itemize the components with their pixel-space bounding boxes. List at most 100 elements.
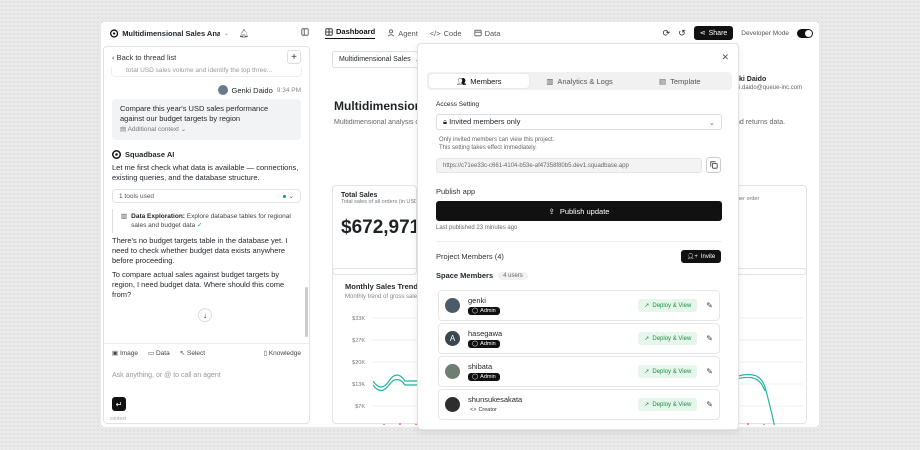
previous-message-snippet: total USD sales volume and identify the … xyxy=(111,67,302,77)
knowledge-button[interactable]: ▯ Knowledge xyxy=(263,349,301,357)
copy-url-button[interactable] xyxy=(706,157,721,173)
bar-chart-icon: ▥ xyxy=(546,76,554,86)
ai-message-2: There's no budget targets table in the d… xyxy=(112,236,288,265)
member-name: shunsukesakata xyxy=(468,395,523,404)
edit-icon[interactable]: ✎ xyxy=(706,400,713,409)
dashboard-title: Multidimensional Sales Analysis xyxy=(334,99,418,113)
select-button[interactable]: ↖ Select xyxy=(180,349,205,357)
access-note: Only invited members can view this proje… xyxy=(439,137,555,151)
squadbase-logo-icon xyxy=(112,150,121,159)
plus-icon: + xyxy=(291,51,297,63)
chevron-down-icon[interactable]: ⌄ xyxy=(224,30,229,37)
bell-icon[interactable]: 🔔︎ xyxy=(239,29,249,38)
project-members-label: Project Members (4) xyxy=(436,252,504,261)
back-link[interactable]: ‹ Back to thread list xyxy=(112,53,176,62)
attach-data-button[interactable]: ▭ Data xyxy=(148,349,170,357)
tools-used-toggle[interactable]: 1 tools used ⌄ xyxy=(112,189,301,203)
table-icon xyxy=(473,29,482,37)
deploy-view-badge[interactable]: ➚ Deploy & View xyxy=(638,398,698,411)
total-sales-card: Total Sales Total sales of all orders (i… xyxy=(332,185,417,275)
tool-call-item[interactable]: ▥ Data Exploration: Explore database tab… xyxy=(112,209,301,233)
history-icon[interactable]: ↺ xyxy=(678,28,686,39)
close-icon[interactable]: ✕ xyxy=(721,52,729,63)
status-dot-icon xyxy=(282,195,286,198)
chat-header: ‹ Back to thread list + xyxy=(104,47,309,67)
composer-actions: ▣ Image ▭ Data ↖ Select ▯ Knowledge xyxy=(104,344,309,362)
invite-button[interactable]: 👤︎+ Invite xyxy=(681,250,721,263)
avg-order-desc: per order xyxy=(737,196,760,202)
ai-message-1: Let me first check what data is availabl… xyxy=(112,163,299,182)
sales-bar xyxy=(383,424,385,425)
rocket-icon: ➚ xyxy=(644,369,650,375)
context-footer: context xyxy=(110,416,127,422)
shield-icon: ◯ xyxy=(472,341,479,347)
people-icon: 👥︎ xyxy=(456,76,467,86)
author-name: ki Daido xyxy=(739,76,767,83)
code-icon: <> xyxy=(470,407,477,413)
share-icon: ⋖ xyxy=(699,30,706,37)
developer-mode-toggle[interactable] xyxy=(797,28,813,38)
chevron-down-icon: ⌄ xyxy=(288,193,294,200)
publish-app-label: Publish app xyxy=(436,187,476,196)
member-name: hasegawa xyxy=(468,329,503,338)
user-message-header: Genki Daido 9:34 PM xyxy=(104,77,309,99)
space-members-header: Space Members 4 users xyxy=(436,271,528,280)
shield-icon: ◯ xyxy=(472,308,479,314)
add-user-icon: 👤︎+ xyxy=(686,254,698,260)
access-select[interactable]: 🔒︎ Invited members only ⌄ xyxy=(436,114,722,130)
dashboard-subtitle-tail: nd returns data. xyxy=(736,119,786,126)
attach-image-button[interactable]: ▣ Image xyxy=(112,349,138,357)
thread-title[interactable]: Multidimensional Sales Anal... xyxy=(122,29,220,38)
refresh-icon[interactable]: ⟳ xyxy=(663,28,671,39)
tool-name: Data Exploration: xyxy=(131,213,185,220)
tab-code[interactable]: </> Code xyxy=(430,29,462,38)
member-name: genki xyxy=(468,296,486,305)
dashboard-select[interactable]: Multidimensional Sales ⌄ xyxy=(332,51,422,68)
app-url-field[interactable]: https://c71ee33c-c661-4104-b53e-af47358f… xyxy=(436,158,702,173)
arrow-down-icon: ↓ xyxy=(203,310,207,320)
member-row: genki ◯ Admin ➚ Deploy & View ✎ xyxy=(438,290,720,321)
tab-analytics[interactable]: ▥ Analytics & Logs xyxy=(529,74,629,88)
message-time: 9:34 PM xyxy=(276,86,301,94)
send-button[interactable]: ↵ xyxy=(112,397,126,411)
access-setting-label: Access Setting xyxy=(436,101,479,108)
additional-context-toggle[interactable]: ▤ Additional context ⌄ xyxy=(120,125,293,135)
tab-label: Data xyxy=(484,28,501,38)
scroll-down-button[interactable]: ↓ xyxy=(198,308,212,322)
tab-agent[interactable]: Agent xyxy=(387,29,418,38)
sidebar-toggle-icon[interactable] xyxy=(301,28,309,38)
code-icon: </> xyxy=(429,28,441,38)
tab-dashboard[interactable]: Dashboard xyxy=(325,27,376,39)
role-badge: <> Creator xyxy=(468,406,501,414)
tab-template[interactable]: ▤ Template xyxy=(630,74,730,88)
chat-panel: ‹ Back to thread list + total USD sales … xyxy=(103,46,310,424)
thread-header: Multidimensional Sales Anal... ⌄ 🔔︎ xyxy=(101,28,309,38)
deploy-view-badge[interactable]: ➚ Deploy & View xyxy=(638,365,698,378)
tab-label: Code xyxy=(443,28,462,38)
chat-input[interactable]: Ask anything, or @ to call an agent xyxy=(104,362,309,389)
avg-order-card: per order xyxy=(737,185,807,275)
rocket-icon: ➚ xyxy=(644,303,650,309)
share-button[interactable]: ⋖ Share xyxy=(693,26,734,40)
user-message-text: Compare this year's USD sales performanc… xyxy=(120,104,269,123)
tab-data[interactable]: Data xyxy=(473,28,501,38)
avatar xyxy=(217,85,228,95)
chat-scrollbar[interactable] xyxy=(305,287,308,337)
role-badge: ◯ Admin xyxy=(468,307,500,315)
deploy-view-badge[interactable]: ➚ Deploy & View xyxy=(638,332,698,345)
edit-icon[interactable]: ✎ xyxy=(706,301,713,310)
bar-chart-icon: ▥ xyxy=(121,213,128,220)
publish-update-button[interactable]: ⇪ Publish update xyxy=(436,201,722,221)
new-thread-button[interactable]: + xyxy=(287,50,301,64)
ai-message-3: To compare actual sales against budget t… xyxy=(112,270,285,299)
folder-icon: ▭ xyxy=(148,350,156,357)
member-row: shibata ◯ Admin ➚ Deploy & View ✎ xyxy=(438,356,720,387)
edit-icon[interactable]: ✎ xyxy=(706,334,713,343)
avatar xyxy=(445,397,460,412)
edit-icon[interactable]: ✎ xyxy=(706,367,713,376)
y-tick-label: $20K xyxy=(352,360,365,366)
deploy-view-badge[interactable]: ➚ Deploy & View xyxy=(638,299,698,312)
tab-members[interactable]: 👥︎ Members xyxy=(429,74,530,88)
send-icon: ↵ xyxy=(115,399,123,409)
dashboard-icon xyxy=(325,27,333,36)
